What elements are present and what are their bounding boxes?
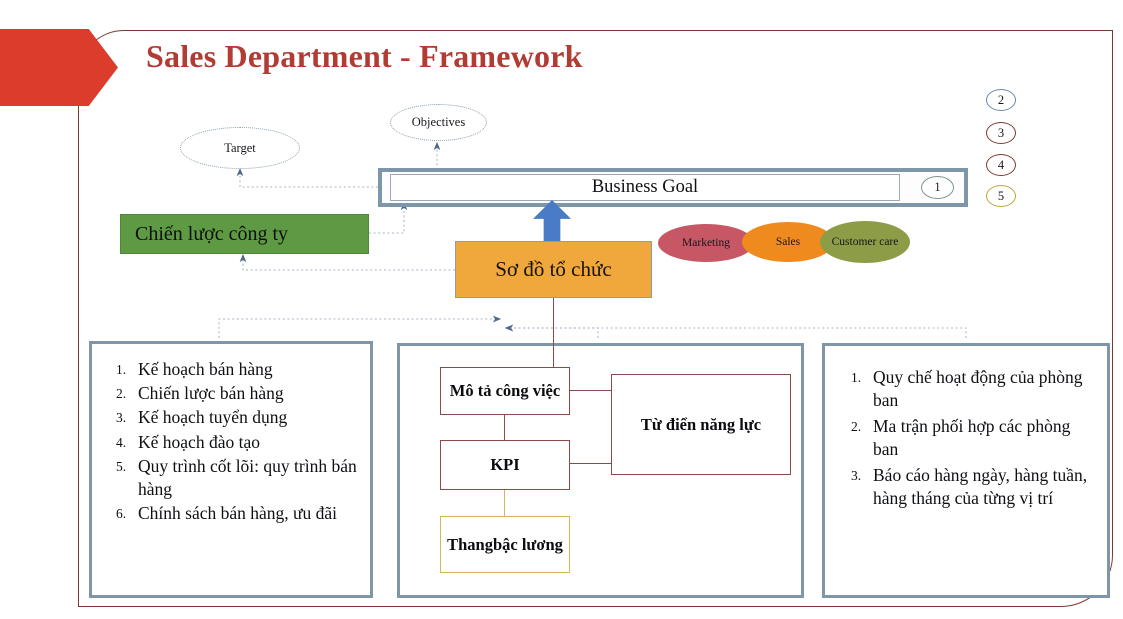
list-item: 1. Kế hoạch bán hàng bbox=[100, 358, 358, 381]
goal-badge-1: 1 bbox=[921, 176, 954, 199]
salary-scale-line-2: bậc lương bbox=[492, 534, 563, 554]
org-chart-box: Sơ đồ tổ chức bbox=[455, 241, 652, 298]
list-item-number: 3. bbox=[116, 410, 127, 426]
connector-kpi-to-salary bbox=[504, 490, 506, 516]
page-title: Sales Department - Framework bbox=[146, 38, 583, 74]
list-item: 3. Kế hoạch tuyển dụng bbox=[100, 406, 358, 429]
list-item-text: Quy chế hoạt động của phòng ban bbox=[873, 367, 1083, 411]
legend-circle-4: 4 bbox=[986, 154, 1016, 176]
salary-scale-line-1: Thang bbox=[447, 534, 493, 554]
list-item: 2. Ma trận phối hợp các phòng ban bbox=[835, 415, 1097, 461]
legend-circle-2: 2 bbox=[986, 89, 1016, 111]
list-item-number: 2. bbox=[851, 419, 862, 435]
blob-customer-care: Customer care bbox=[820, 221, 910, 263]
list-item-number: 6. bbox=[116, 506, 127, 522]
list-item-number: 1. bbox=[851, 370, 862, 385]
competency-dictionary-box: Từ điển năng lực bbox=[611, 374, 791, 475]
list-item: 1. Quy chế hoạt động của phòng ban bbox=[835, 366, 1097, 412]
list-item-text: Quy trình cốt lõi: quy trình bán hàng bbox=[138, 455, 357, 499]
job-description-box: Mô tả công việc bbox=[440, 367, 570, 415]
list-item: 3. Báo cáo hàng ngày, hàng tuần, hàng thá… bbox=[835, 464, 1097, 510]
list-item-text: Chiến lược bán hàng bbox=[138, 383, 284, 404]
list-item-text: Chính sách bán hàng, ưu đãi bbox=[138, 503, 338, 524]
list-item-number: 1. bbox=[116, 362, 127, 377]
list-item-text: Kế hoạch tuyển dụng bbox=[138, 407, 288, 428]
red-pentagon-banner bbox=[0, 29, 118, 106]
connector-org-to-jd bbox=[553, 298, 555, 368]
objectives-ellipse: Objectives bbox=[390, 104, 487, 141]
legend-circle-3: 3 bbox=[986, 122, 1016, 144]
business-goal-label: Business Goal bbox=[390, 174, 900, 201]
connector-jd-to-dictionary bbox=[570, 390, 612, 392]
list-item-text: Ma trận phối hợp các phòng ban bbox=[873, 416, 1071, 460]
list-item-number: 5. bbox=[116, 458, 127, 474]
blob-marketing: Marketing bbox=[658, 224, 754, 262]
list-item: 4. Kế hoạch đào tạo bbox=[100, 431, 358, 454]
list-item-number: 2. bbox=[116, 386, 127, 402]
sales-plan-list: 1. Kế hoạch bán hàng 2. Chiến lược bán hàn… bbox=[92, 344, 370, 525]
company-strategy-box: Chiến lược công ty bbox=[120, 214, 369, 254]
list-item: 6. Chính sách bán hàng, ưu đãi bbox=[100, 502, 358, 525]
panel-regulations: 1. Quy chế hoạt động của phòng ban 2. Ma t… bbox=[822, 343, 1110, 598]
list-item-text: Báo cáo hàng ngày, hàng tuần, hàng tháng… bbox=[873, 465, 1088, 509]
list-item-text: Kế hoạch đào tạo bbox=[138, 431, 260, 452]
slide-canvas: Sales Department - Framework Target Obje… bbox=[0, 0, 1123, 619]
panel-sales-plans: 1. Kế hoạch bán hàng 2. Chiến lược bán hàn… bbox=[89, 341, 373, 598]
legend-circle-5: 5 bbox=[986, 185, 1016, 207]
regulations-list: 1. Quy chế hoạt động của phòng ban 2. Ma t… bbox=[825, 346, 1107, 511]
list-item: 2. Chiến lược bán hàng bbox=[100, 382, 358, 405]
connector-jd-to-kpi bbox=[504, 415, 506, 440]
connector-kpi-to-dictionary bbox=[570, 463, 612, 465]
list-item-text: Kế hoạch bán hàng bbox=[138, 359, 273, 379]
list-item: 5. Quy trình cốt lõi: quy trình bán hàng bbox=[100, 455, 358, 501]
target-ellipse: Target bbox=[180, 127, 300, 169]
salary-scale-box: Thang bậc lương bbox=[440, 516, 570, 573]
list-item-number: 4. bbox=[116, 434, 127, 450]
list-item-number: 3. bbox=[851, 468, 862, 484]
kpi-box: KPI bbox=[440, 440, 570, 490]
